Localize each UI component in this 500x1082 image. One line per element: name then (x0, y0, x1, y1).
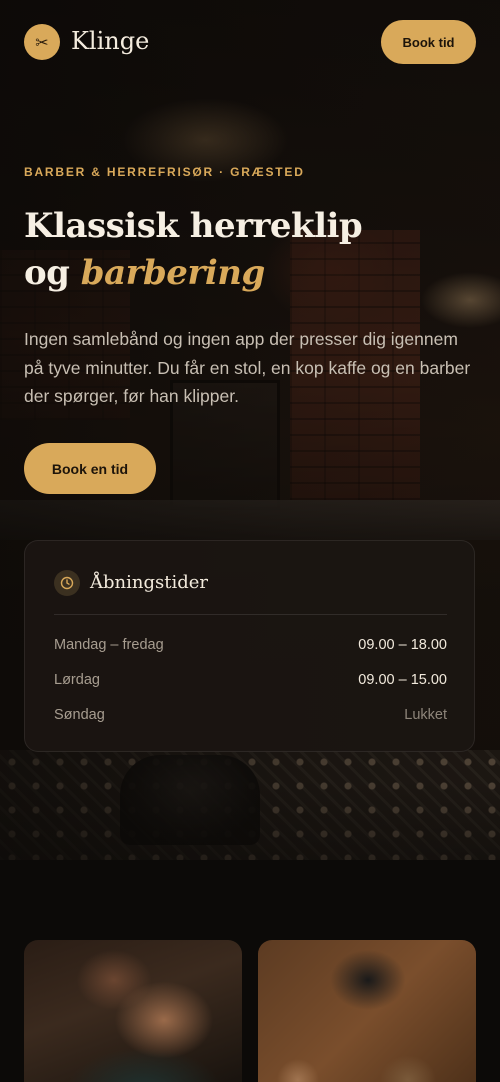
opening-hours-card: Åbningstider Mandag – fredag 09.00 – 18.… (24, 540, 475, 752)
hours-time: 09.00 – 15.00 (358, 672, 447, 688)
header-book-button[interactable]: Book tid (381, 20, 476, 64)
hero-eyebrow: BARBER & HERREFRISØR · GRÆSTED (24, 165, 305, 179)
hours-time: 09.00 – 18.00 (358, 637, 447, 653)
hours-day: Lørdag (54, 672, 100, 688)
hours-day: Søndag (54, 707, 105, 723)
grooming-products-photo (258, 940, 476, 1082)
hours-row: Søndag Lukket (54, 707, 447, 727)
hero-intro: Ingen samlebånd og ingen app der presser… (24, 329, 471, 406)
hours-day: Mandag – fredag (54, 637, 164, 653)
headline-accent: barbering (80, 253, 265, 293)
headline-line-1: Klassisk herreklip (24, 206, 363, 246)
hero-book-button[interactable]: Book en tid (24, 443, 156, 494)
barber-shaving-photo (24, 940, 242, 1082)
hours-row: Mandag – fredag 09.00 – 18.00 (54, 637, 447, 657)
clock-icon (54, 570, 80, 596)
headline-prefix: og (24, 253, 81, 293)
brand-name[interactable]: Klinge (71, 27, 149, 55)
divider (54, 614, 447, 615)
hours-time-closed: Lukket (404, 707, 447, 723)
opening-hours-title: Åbningstider (90, 572, 208, 593)
scissors-icon[interactable]: ✂ (24, 24, 60, 60)
hero-headline: Klassisk herreklip og barbering (24, 203, 363, 297)
hours-row: Lørdag 09.00 – 15.00 (54, 672, 447, 692)
